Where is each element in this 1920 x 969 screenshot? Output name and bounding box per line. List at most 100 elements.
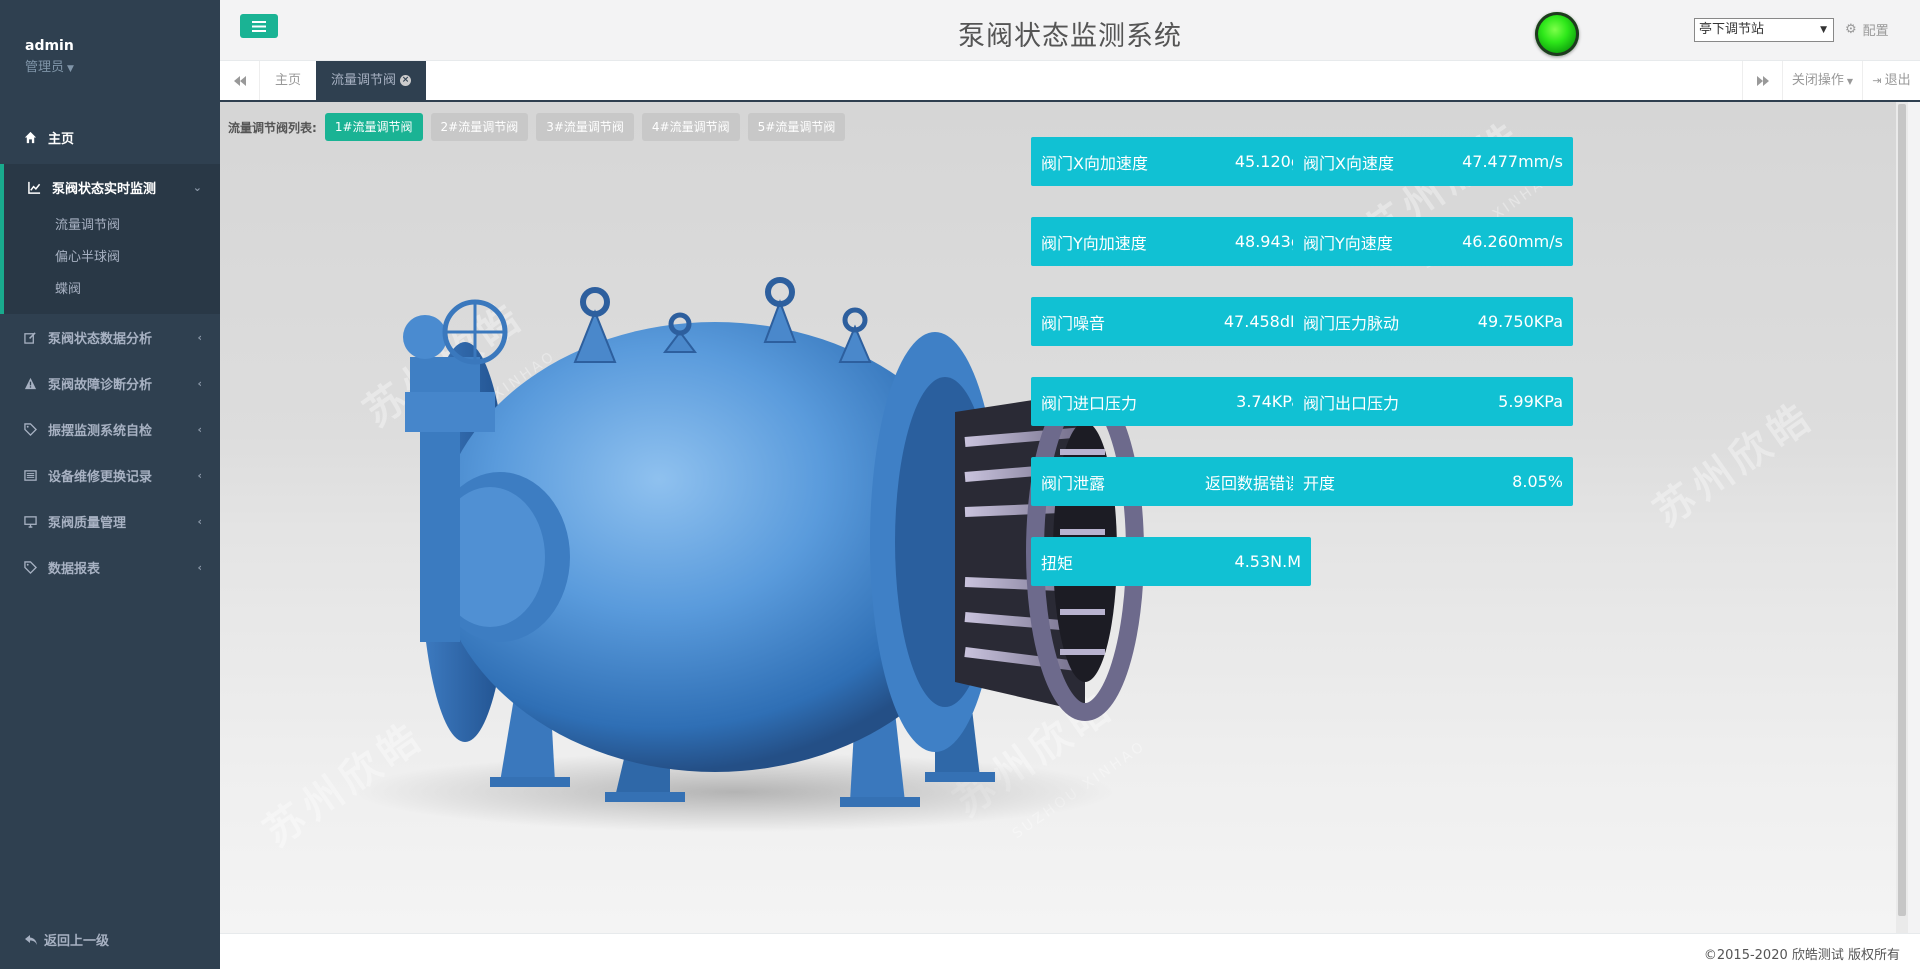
chevron-left-icon: ‹ xyxy=(197,376,202,390)
tab-scroll-left-button[interactable] xyxy=(220,61,260,100)
tag-icon xyxy=(24,560,42,574)
scrollbar-thumb[interactable] xyxy=(1898,104,1906,916)
station-select[interactable]: 亭下调节站 ▼ xyxy=(1694,18,1834,42)
metric-pressure-pulsation: 阀门压力脉动 49.750KPa xyxy=(1293,297,1573,346)
metric-value: 8.05% xyxy=(1512,472,1563,491)
close-icon[interactable]: × xyxy=(400,75,412,86)
forward-icon xyxy=(1756,75,1769,86)
sidebar-item-self-check[interactable]: 振摆监测系统自检 ‹ xyxy=(0,406,220,452)
close-operations-label: 关闭操作 xyxy=(1791,73,1844,88)
metric-label: 开度 xyxy=(1303,473,1336,493)
valve-button-5[interactable]: 5#流量调节阀 xyxy=(747,113,846,141)
sidebar-item-label: 主页 xyxy=(48,131,75,147)
tab-home[interactable]: 主页 xyxy=(260,61,318,100)
metric-label: 阀门Y向速度 xyxy=(1303,233,1393,253)
sign-out-icon: ⇥ xyxy=(1872,74,1882,87)
top-navbar: 泵阀状态监测系统 亭下调节站 ▼ ⚙ 配置 xyxy=(220,0,1920,61)
metric-label: 阀门噪音 xyxy=(1041,313,1106,333)
gear-icon: ⚙ xyxy=(1845,22,1857,37)
copyright-text: ©2015-2020 欣皓测试 版权所有 xyxy=(1703,948,1900,963)
valve-button-2[interactable]: 2#流量调节阀 xyxy=(430,113,529,141)
sidebar-item-label: 泵阀质量管理 xyxy=(48,515,127,531)
scrollbar[interactable] xyxy=(1896,102,1908,933)
metric-value: 47.477mm/s xyxy=(1462,152,1563,171)
chevron-left-icon: ‹ xyxy=(197,560,202,574)
sidebar-item-quality-management[interactable]: 泵阀质量管理 ‹ xyxy=(0,498,220,544)
sidebar-item-label: 设备维修更换记录 xyxy=(48,469,153,485)
chevron-left-icon: ‹ xyxy=(197,514,202,528)
caret-down-icon: ▼ xyxy=(67,64,74,74)
sidebar-item-fault-diagnosis[interactable]: 泵阀故障诊断分析 ‹ xyxy=(0,360,220,406)
desktop-icon xyxy=(24,515,42,528)
metric-y-velocity: 阀门Y向速度 46.260mm/s xyxy=(1293,217,1573,266)
footer: ©2015-2020 欣皓测试 版权所有 xyxy=(220,933,1920,969)
user-name: admin xyxy=(25,38,74,54)
back-link-label: 返回上一级 xyxy=(44,934,110,949)
metric-label: 阀门出口压力 xyxy=(1303,393,1400,413)
tag-icon xyxy=(24,422,42,436)
metric-inlet-pressure: 阀门进口压力 3.74KPa xyxy=(1031,377,1311,426)
metric-torque: 扭矩 4.53N.M xyxy=(1031,537,1311,586)
metric-value: 48.943g xyxy=(1234,232,1301,251)
home-icon xyxy=(24,131,42,144)
metric-value: 5.99KPa xyxy=(1498,392,1563,411)
metric-y-acceleration: 阀门Y向加速度 48.943g xyxy=(1031,217,1311,266)
metric-value: 45.120g xyxy=(1234,152,1301,171)
line-chart-icon xyxy=(28,181,46,194)
edit-icon xyxy=(24,331,42,344)
metric-label: 阀门压力脉动 xyxy=(1303,313,1400,333)
sidebar-item-label: 泵阀状态实时监测 xyxy=(52,181,157,197)
sidebar-item-realtime-monitor[interactable]: 泵阀状态实时监测 ⌄ xyxy=(4,164,220,210)
tabs-bar: 主页 流量调节阀 × 关闭操作 ▼ ⇥ 退出 xyxy=(220,61,1920,102)
sidebar-item-label: 泵阀故障诊断分析 xyxy=(48,377,153,393)
user-role-dropdown[interactable]: 管理员 ▼ xyxy=(25,56,220,75)
sidebar-item-maintenance-records[interactable]: 设备维修更换记录 ‹ xyxy=(0,452,220,498)
sidebar-nav: 主页 泵阀状态实时监测 ⌄ 流量调节阀 偏心半球阀 蝶阀 泵阀状态数据分析 ‹ xyxy=(0,110,220,590)
chevron-left-icon: ‹ xyxy=(197,330,202,344)
watermark: 苏州欣皓 xyxy=(1645,392,1823,536)
valve-button-3[interactable]: 3#流量调节阀 xyxy=(536,113,634,141)
config-button[interactable]: ⚙ 配置 xyxy=(1845,20,1889,39)
valve-button-1[interactable]: 1#流量调节阀 xyxy=(324,113,423,141)
back-link[interactable]: 返回上一级 xyxy=(24,930,109,949)
tab-flow-valve[interactable]: 流量调节阀 × xyxy=(316,61,426,100)
list-icon xyxy=(24,469,42,482)
close-operations-dropdown[interactable]: 关闭操作 ▼ xyxy=(1782,61,1862,100)
tab-scroll-right-button[interactable] xyxy=(1742,61,1782,100)
metric-value: 47.458dB xyxy=(1223,312,1301,331)
user-profile[interactable]: admin 管理员 ▼ xyxy=(0,0,220,100)
chevron-left-icon: ‹ xyxy=(197,468,202,482)
reply-icon xyxy=(25,934,37,945)
metric-label: 阀门X向速度 xyxy=(1303,153,1394,173)
sidebar-item-data-report[interactable]: 数据报表 ‹ xyxy=(0,544,220,590)
tab-label: 流量调节阀 xyxy=(331,73,397,88)
logout-button[interactable]: ⇥ 退出 xyxy=(1862,61,1920,100)
valve-button-4[interactable]: 4#流量调节阀 xyxy=(641,113,740,141)
sidebar-item-label: 数据报表 xyxy=(48,561,101,577)
sidebar-subitem-butterfly-valve[interactable]: 蝶阀 xyxy=(4,274,220,306)
sidebar-item-data-analysis[interactable]: 泵阀状态数据分析 ‹ xyxy=(0,314,220,360)
metric-value: 3.74KPa xyxy=(1236,392,1301,411)
station-select-value: 亭下调节站 xyxy=(1699,22,1765,37)
sidebar-subitem-flow-valve[interactable]: 流量调节阀 xyxy=(4,210,220,242)
page-title: 泵阀状态监测系统 xyxy=(958,21,1182,52)
sidebar-item-label: 泵阀状态数据分析 xyxy=(48,331,153,347)
metric-label: 扭矩 xyxy=(1041,553,1074,573)
valve-list-label: 流量调节阀列表: xyxy=(228,120,317,135)
valve-list: 流量调节阀列表: 1#流量调节阀 2#流量调节阀 3#流量调节阀 4#流量调节阀… xyxy=(228,113,853,141)
metric-label: 阀门进口压力 xyxy=(1041,393,1138,413)
status-indicator-light xyxy=(1535,12,1579,56)
sidebar-subitem-eccentric-valve[interactable]: 偏心半球阀 xyxy=(4,242,220,274)
metric-value: 4.53N.M xyxy=(1234,552,1301,571)
metric-leakage: 阀门泄露 返回数据错误 xyxy=(1031,457,1311,506)
metric-label: 阀门Y向加速度 xyxy=(1041,233,1147,253)
caret-down-icon: ▼ xyxy=(1846,77,1854,86)
sidebar-item-home[interactable]: 主页 xyxy=(0,110,220,164)
metric-value: 46.260mm/s xyxy=(1462,232,1563,251)
warning-icon xyxy=(24,377,42,390)
metric-opening: 开度 8.05% xyxy=(1293,457,1573,506)
logout-label: 退出 xyxy=(1884,73,1911,88)
chevron-left-icon: ‹ xyxy=(197,422,202,436)
dropdown-arrow-icon: ▼ xyxy=(1820,25,1827,35)
main-content: 苏州欣皓 苏州欣皓 苏州欣皓 苏州欣皓 苏州欣皓 苏州欣皓 SUZHOU XIN… xyxy=(220,102,1908,933)
